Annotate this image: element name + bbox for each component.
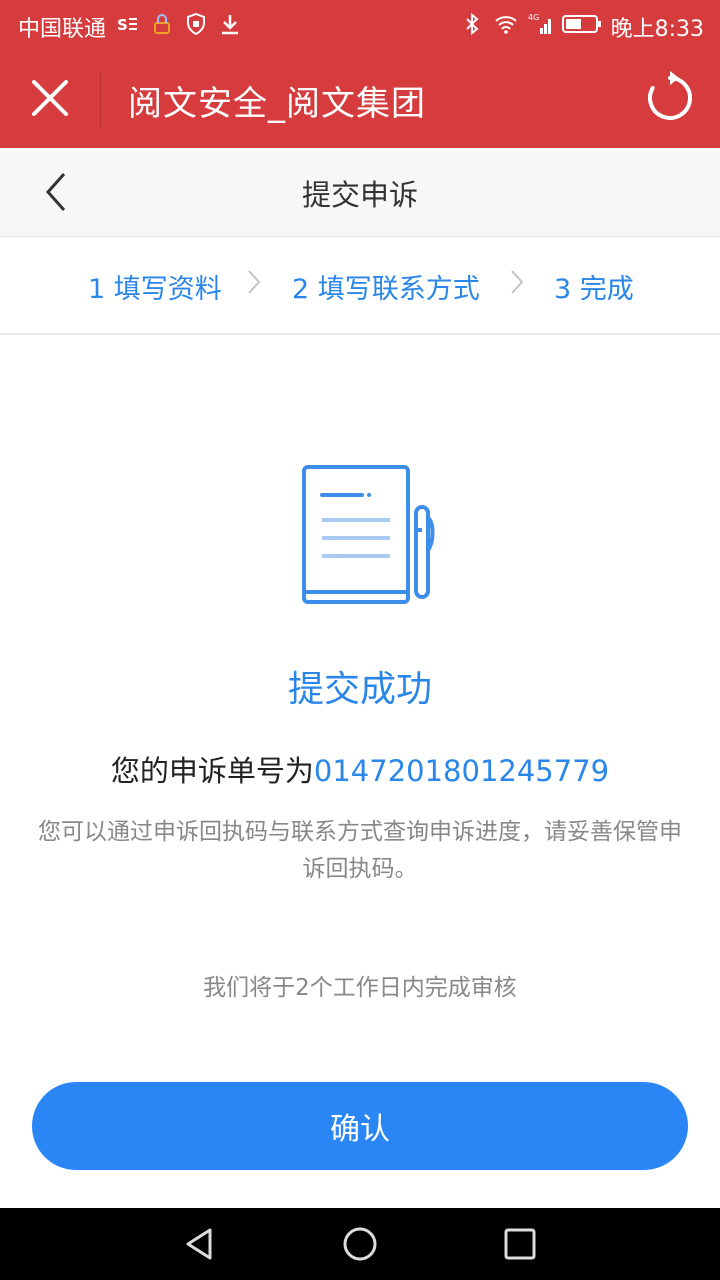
chevron-right-icon xyxy=(248,270,261,294)
confirm-button[interactable]: 确认 xyxy=(32,1082,688,1170)
step-3: 3 完成 xyxy=(554,274,634,305)
review-note: 我们将于2个工作日内完成审核 xyxy=(203,975,517,1001)
header-title: 提交申诉 xyxy=(301,178,418,212)
case-number: 0147201801245779 xyxy=(313,754,610,788)
nav-back-icon[interactable] xyxy=(180,1224,220,1264)
page-header: 提交申诉 xyxy=(0,148,720,237)
page-title: 阅文安全_阅文集团 xyxy=(128,84,426,124)
carrier-label: 中国联通 xyxy=(18,17,107,42)
wifi-icon xyxy=(495,16,517,34)
hd-icon: S xyxy=(117,16,137,34)
notification-icons: S xyxy=(116,12,242,36)
chevron-right-icon xyxy=(511,270,524,294)
close-icon[interactable] xyxy=(20,68,80,128)
case-number-line: 您的申诉单号为0147201801245779 xyxy=(0,748,720,790)
battery-icon xyxy=(562,15,601,33)
step-1: 1 填写资料 xyxy=(88,274,222,305)
title-divider xyxy=(100,70,101,128)
svg-text:4G: 4G xyxy=(528,13,539,22)
status-bar: 中国联通 S 4G 晚上8:33 xyxy=(0,0,720,48)
system-nav-bar xyxy=(0,1208,720,1280)
document-pen-icon xyxy=(302,465,435,604)
lock-icon xyxy=(154,14,170,34)
nav-home-icon[interactable] xyxy=(340,1224,380,1264)
success-title: 提交成功 xyxy=(287,669,432,710)
signal-icon: 4G xyxy=(528,13,551,34)
nav-recents-icon[interactable] xyxy=(500,1224,540,1264)
status-time: 晚上8:33 xyxy=(610,17,704,42)
system-icons: 4G xyxy=(460,12,602,36)
app-title-bar: 阅文安全_阅文集团 xyxy=(0,48,720,148)
case-number-prefix: 您的申诉单号为 xyxy=(110,754,314,788)
info-text: 您可以通过申诉回执码与联系方式查询申诉进度，请妥善保管申诉回执码。 xyxy=(38,819,682,882)
svg-text:S: S xyxy=(117,16,128,34)
step-indicator: 1 填写资料 2 填写联系方式 3 完成 xyxy=(0,237,720,335)
download-icon xyxy=(222,15,238,35)
shield-icon xyxy=(187,12,205,36)
step-2: 2 填写联系方式 xyxy=(292,274,480,305)
refresh-icon[interactable] xyxy=(640,68,700,128)
bluetooth-icon xyxy=(466,12,479,36)
